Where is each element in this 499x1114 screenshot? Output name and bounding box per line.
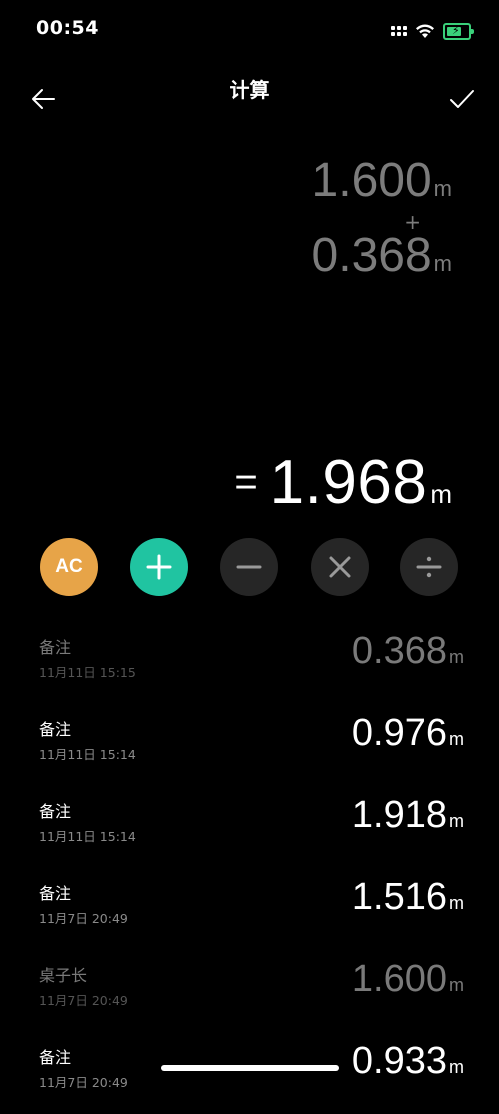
times-icon [329, 556, 351, 578]
divide-button[interactable] [400, 538, 458, 596]
item-time: 11月7日 20:49 [39, 1075, 128, 1090]
status-icons: ⚡ [391, 20, 474, 42]
item-note: 备注 [39, 802, 72, 821]
minus-icon [236, 565, 262, 569]
item-value: 1.918 m [352, 796, 464, 834]
battery-charging-icon: ⚡ [443, 22, 474, 40]
item-note: 备注 [39, 1048, 72, 1067]
item-value-number: 1.516 [351, 876, 447, 918]
item-note: 备注 [39, 638, 72, 657]
list-item[interactable]: 备注 11月7日 20:49 1.516 m [0, 868, 499, 950]
check-icon [450, 90, 474, 108]
signal-icon [391, 26, 407, 36]
divide-icon [416, 556, 442, 578]
item-value-unit: m [449, 893, 464, 913]
list-item[interactable]: 桌子长 11月7日 20:49 1.600 m [0, 950, 499, 1032]
confirm-button[interactable] [445, 82, 479, 116]
list-item[interactable]: 备注 11月11日 15:15 0.368 m [0, 622, 499, 704]
item-value: 0.933 m [352, 1042, 464, 1080]
item-time: 11月7日 20:49 [39, 911, 128, 926]
result-unit: m [430, 479, 452, 509]
item-time: 11月11日 15:14 [39, 829, 136, 844]
item-value-number: 1.600 [351, 958, 447, 1000]
operator-row: AC [0, 538, 499, 598]
item-value: 0.368 m [352, 632, 464, 670]
clear-button[interactable]: AC [40, 538, 98, 596]
operand-1-unit: m [433, 176, 452, 201]
status-bar: 00:54 ⚡ [0, 0, 499, 60]
list-item[interactable]: 备注 11月11日 15:14 0.976 m [0, 704, 499, 786]
item-value-unit: m [449, 975, 464, 995]
page-title: 计算 [229, 78, 270, 102]
item-value-number: 1.918 [351, 794, 447, 836]
plus-icon [146, 554, 172, 580]
wifi-icon [416, 24, 434, 38]
operand-1: 1.600m [312, 157, 452, 205]
item-value-unit: m [449, 647, 464, 667]
item-value-unit: m [449, 729, 464, 749]
subtract-button[interactable] [220, 538, 278, 596]
result: = 1.968 m [234, 452, 452, 514]
home-indicator[interactable] [161, 1065, 339, 1071]
operand-2: 0.368m [312, 232, 452, 280]
item-value-unit: m [449, 811, 464, 831]
operand-2-unit: m [433, 251, 452, 276]
item-value: 0.976 m [352, 714, 464, 752]
operand-1-value: 1.600 [311, 154, 432, 207]
item-value: 1.516 m [352, 878, 464, 916]
item-note: 桌子长 [39, 966, 88, 985]
status-time: 00:54 [36, 17, 99, 39]
nav-bar: 计算 [0, 64, 499, 124]
multiply-button[interactable] [311, 538, 369, 596]
item-time: 11月7日 20:49 [39, 993, 128, 1008]
item-value: 1.600 m [352, 960, 464, 998]
equals-sign: = [234, 460, 258, 504]
list-item[interactable]: 备注 11月11日 15:14 1.918 m [0, 786, 499, 868]
item-value-number: 0.368 [351, 630, 447, 672]
item-value-unit: m [449, 1057, 464, 1077]
operand-2-value: 0.368 [311, 229, 432, 282]
add-button[interactable] [130, 538, 188, 596]
item-note: 备注 [39, 884, 72, 903]
item-time: 11月11日 15:15 [39, 665, 136, 680]
item-value-number: 0.976 [351, 712, 447, 754]
result-value: 1.968 [269, 448, 428, 517]
item-note: 备注 [39, 720, 72, 739]
list-item[interactable]: 备注 11月7日 20:49 0.933 m [0, 1032, 499, 1114]
item-time: 11月11日 15:14 [39, 747, 136, 762]
item-value-number: 0.933 [351, 1040, 447, 1082]
